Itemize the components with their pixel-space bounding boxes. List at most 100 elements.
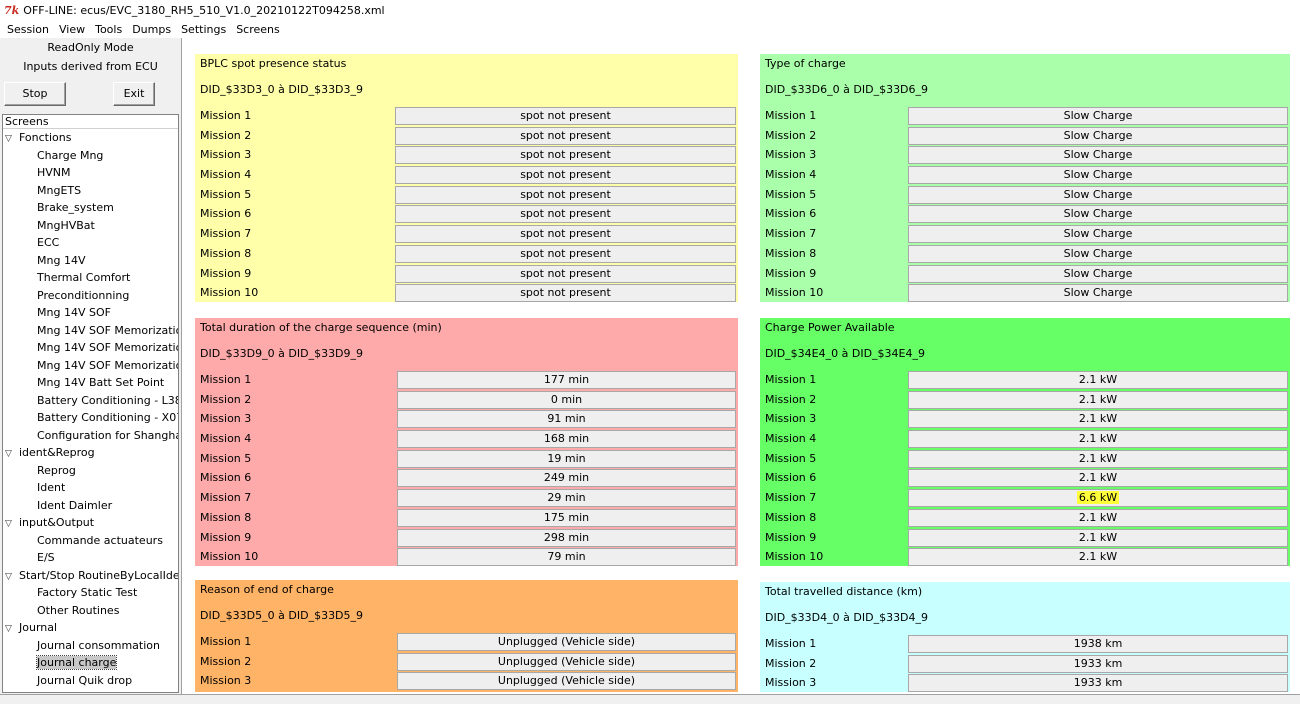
mission-value-field[interactable]: spot not present — [395, 264, 736, 283]
tree-item[interactable]: Configuration for Shanghai rec — [3, 427, 178, 445]
tree-item[interactable]: Mng 14V SOF Memorization (F — [3, 357, 178, 375]
tree-item[interactable]: Journal charge — [3, 654, 178, 672]
mission-value-field[interactable]: spot not present — [395, 205, 736, 224]
mission-value-field[interactable]: Slow Charge — [908, 166, 1288, 185]
mission-value-field[interactable]: Slow Charge — [908, 225, 1288, 244]
mission-value-field[interactable]: 1938 km — [908, 635, 1288, 653]
menu-view[interactable]: View — [54, 23, 90, 36]
tree-item[interactable]: Ident Daimler — [3, 497, 178, 515]
tree-item[interactable]: Journal Quik drop — [3, 672, 178, 690]
tree-item[interactable]: Ident — [3, 479, 178, 497]
mission-value-field[interactable]: Slow Charge — [908, 126, 1288, 145]
mission-value-field[interactable]: 298 min — [397, 528, 736, 547]
mission-value-field[interactable]: 2.1 kW — [908, 390, 1288, 409]
screens-tree: Screens ▽ Fonctions Charge Mng HVNM MngETS Br… — [2, 114, 179, 693]
menu-tools[interactable]: Tools — [90, 23, 127, 36]
menu-screens[interactable]: Screens — [231, 23, 285, 36]
mission-value: Slow Charge — [1063, 207, 1133, 221]
tree-item[interactable]: Preconditionning — [3, 287, 178, 305]
bottom-scrollbar[interactable] — [0, 694, 1300, 704]
tree-item[interactable]: MngHVBat — [3, 217, 178, 235]
mission-value-field[interactable]: spot not present — [395, 244, 736, 263]
tree-item[interactable]: HVNM — [3, 164, 178, 182]
chevron-down-icon[interactable]: ▽ — [5, 569, 19, 585]
mission-value-field[interactable]: 2.1 kW — [908, 508, 1288, 527]
mission-value-field[interactable]: 249 min — [397, 469, 736, 488]
mission-value-field[interactable]: Slow Charge — [908, 185, 1288, 204]
mission-value-field[interactable]: 91 min — [397, 410, 736, 429]
mission-row: Mission 8 spot not present — [195, 244, 738, 264]
mission-value-field[interactable]: 175 min — [397, 508, 736, 527]
mission-value-field[interactable]: 2.1 kW — [908, 371, 1288, 389]
tree-item[interactable]: E/S — [3, 549, 178, 567]
tree-item-label: Charge Mng — [37, 148, 104, 162]
mission-value-field[interactable]: Unplugged (Vehicle side) — [397, 672, 736, 691]
mission-value-field[interactable]: Slow Charge — [908, 264, 1288, 283]
mission-value-field[interactable]: spot not present — [395, 126, 736, 145]
exit-button[interactable]: Exit — [113, 82, 155, 106]
mission-value-field[interactable]: spot not present — [395, 284, 736, 303]
tree-item[interactable]: Battery Conditioning - L38 — [3, 392, 178, 410]
mission-value-field[interactable]: 2.1 kW — [908, 410, 1288, 429]
tree-item[interactable]: Commande actuateurs — [3, 532, 178, 550]
tree-item[interactable]: Reprog — [3, 462, 178, 480]
panel-rows: Mission 1 2.1 kW Mission 2 2.1 kW Mission 3 2… — [760, 370, 1290, 567]
tree-item[interactable]: Battery Conditioning - X07 — [3, 409, 178, 427]
mission-value-field[interactable]: 2.1 kW — [908, 449, 1288, 468]
mission-value-field[interactable]: spot not present — [395, 225, 736, 244]
mission-label: Mission 3 — [765, 412, 817, 426]
mission-value-field[interactable]: 79 min — [397, 548, 736, 567]
tree-item[interactable]: Mng 14V Batt Set Point — [3, 374, 178, 392]
tree-category[interactable]: ▽ input&Output — [3, 514, 178, 532]
stop-button[interactable]: Stop — [4, 82, 66, 106]
mission-value-field[interactable]: Unplugged (Vehicle side) — [397, 633, 736, 651]
tree-item[interactable]: Factory Static Test — [3, 584, 178, 602]
tree-item-label: input&Output — [19, 516, 95, 529]
mission-value-field[interactable]: Slow Charge — [908, 244, 1288, 263]
chevron-down-icon[interactable]: ▽ — [5, 446, 19, 462]
tree-item[interactable]: Mng 14V — [3, 252, 178, 270]
chevron-down-icon[interactable]: ▽ — [5, 621, 19, 637]
menu-settings[interactable]: Settings — [176, 23, 231, 36]
menu-session[interactable]: Session — [2, 23, 54, 36]
mission-value-field[interactable]: 1933 km — [908, 674, 1288, 693]
mission-value-field[interactable]: Slow Charge — [908, 284, 1288, 303]
mission-value-field[interactable]: 2.1 kW — [908, 469, 1288, 488]
tree-item[interactable]: ECC — [3, 234, 178, 252]
mission-value-field[interactable]: 0 min — [397, 390, 736, 409]
tree-item[interactable]: Thermal Comfort — [3, 269, 178, 287]
tree-item[interactable]: Mng 14V SOF — [3, 304, 178, 322]
mission-value-field[interactable]: spot not present — [395, 107, 736, 125]
chevron-down-icon[interactable]: ▽ — [5, 516, 19, 532]
panel-rows: Mission 1 Unplugged (Vehicle side) Mission… — [195, 632, 738, 691]
chevron-down-icon[interactable]: ▽ — [5, 131, 19, 147]
mission-value-field[interactable]: Slow Charge — [908, 205, 1288, 224]
tree-item[interactable]: Mng 14V SOF Memorization (F — [3, 339, 178, 357]
tree-category[interactable]: ▽ Fonctions — [3, 129, 178, 147]
tree-item[interactable]: MngETS — [3, 182, 178, 200]
mission-value-field[interactable]: spot not present — [395, 185, 736, 204]
mission-value-field[interactable]: Unplugged (Vehicle side) — [397, 652, 736, 671]
mission-value-field[interactable]: 19 min — [397, 449, 736, 468]
mission-value-field[interactable]: 1933 km — [908, 654, 1288, 673]
tree-category[interactable]: ▽ ident&Reprog — [3, 444, 178, 462]
mission-value-field[interactable]: spot not present — [395, 146, 736, 165]
mission-value-field[interactable]: 177 min — [397, 371, 736, 389]
mission-value-field[interactable]: spot not present — [395, 166, 736, 185]
tree-item[interactable]: Brake_system — [3, 199, 178, 217]
mission-value-field[interactable]: 29 min — [397, 489, 736, 508]
tree-item[interactable]: Other Routines — [3, 602, 178, 620]
mission-value-field[interactable]: 2.1 kW — [908, 430, 1288, 449]
tree-item[interactable]: Journal consommation — [3, 637, 178, 655]
menu-dumps[interactable]: Dumps — [127, 23, 176, 36]
tree-item[interactable]: Charge Mng — [3, 147, 178, 165]
mission-value-field[interactable]: 168 min — [397, 430, 736, 449]
tree-category[interactable]: ▽ Journal — [3, 619, 178, 637]
mission-value-field[interactable]: 6.6 kW — [908, 489, 1288, 508]
mission-value-field[interactable]: Slow Charge — [908, 146, 1288, 165]
mission-value-field[interactable]: 2.1 kW — [908, 528, 1288, 547]
mission-value-field[interactable]: 2.1 kW — [908, 548, 1288, 567]
mission-value-field[interactable]: Slow Charge — [908, 107, 1288, 125]
tree-item[interactable]: Mng 14V SOF Memorization (F — [3, 322, 178, 340]
tree-category[interactable]: ▽Start/Stop RoutineByLocalIdentifie — [3, 567, 178, 585]
